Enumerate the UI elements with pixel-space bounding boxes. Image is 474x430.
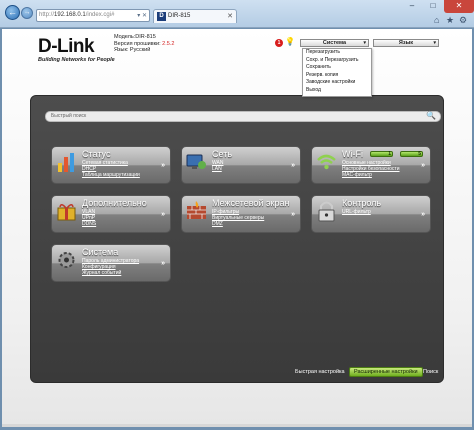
minimize-button[interactable]: – bbox=[402, 0, 422, 13]
back-button[interactable]: ← bbox=[5, 5, 20, 20]
favorites-star-icon[interactable]: ★ bbox=[446, 15, 454, 26]
system-select[interactable]: Система ▾ bbox=[300, 39, 369, 47]
search-placeholder: Быстрый поиск bbox=[51, 113, 87, 119]
tab-dir-815[interactable]: D DIR-815 ✕ bbox=[153, 9, 237, 23]
tile-network[interactable]: Сеть WAN LAN » bbox=[181, 146, 301, 184]
tile-title: Дополнительно bbox=[82, 198, 147, 208]
tile-additional[interactable]: Дополнительно VLAN UPnP DDNS » bbox=[51, 195, 171, 233]
dlink-favicon-icon: D bbox=[157, 12, 166, 21]
tile-system[interactable]: Система Пароль администратора Конфигурац… bbox=[51, 244, 171, 282]
menu-item-logout[interactable]: Выход bbox=[303, 87, 371, 95]
tile-arrow-icon[interactable]: » bbox=[291, 211, 295, 218]
tile-wifi[interactable]: Wi-Fi 1 5 Основные настройки Настройки б… bbox=[311, 146, 431, 184]
address-bar[interactable]: http://192.168.0.1/index.cgi# ▾ ✕ bbox=[36, 9, 150, 22]
menu-item-factory-reset[interactable]: Заводские настройки bbox=[303, 79, 371, 87]
quick-setup-link[interactable]: Быстрая настройка bbox=[295, 369, 345, 375]
forward-button[interactable]: → bbox=[21, 7, 33, 19]
link-dmz[interactable]: DMZ bbox=[212, 221, 264, 227]
tile-title: Контроль bbox=[342, 198, 382, 208]
forward-arrow-icon: → bbox=[23, 9, 31, 16]
notification-badge[interactable]: 1 bbox=[275, 39, 283, 47]
wifi-icon bbox=[317, 154, 336, 170]
settings-gear-icon[interactable]: ⚙ bbox=[459, 15, 467, 26]
address-host: 192.168.0.1 bbox=[54, 12, 86, 18]
tab-title: DIR-815 bbox=[168, 13, 191, 19]
tile-control[interactable]: Контроль URL-фильтр » bbox=[311, 195, 431, 233]
search-link[interactable]: Поиск bbox=[423, 369, 438, 375]
browser-chrome: ← → http://192.168.0.1/index.cgi# ▾ ✕ D … bbox=[0, 0, 474, 28]
search-icon[interactable]: 🔍 bbox=[426, 111, 436, 120]
tile-status[interactable]: Статус Сетевая статистика DHCP Таблица м… bbox=[51, 146, 171, 184]
wifi-toggle-2-4ghz[interactable]: 1 bbox=[370, 151, 393, 157]
link-mac-filter[interactable]: MAC-фильтр bbox=[342, 172, 400, 178]
tile-title: Wi-Fi bbox=[342, 149, 363, 159]
tile-arrow-icon[interactable]: » bbox=[161, 211, 165, 218]
system-dropdown-menu: Перезагрузить Сохр. и Перезагрузить Сохр… bbox=[302, 48, 372, 97]
menu-item-reboot[interactable]: Перезагрузить bbox=[303, 49, 371, 57]
advanced-settings-button[interactable]: Расширенные настройки bbox=[349, 367, 423, 377]
back-arrow-icon: ← bbox=[8, 7, 17, 17]
firmware-label: Версия прошивки: bbox=[114, 40, 161, 47]
address-scheme: http:// bbox=[39, 12, 55, 18]
language-line: Язык: Русский bbox=[114, 47, 151, 53]
dlink-logo: D-Link bbox=[38, 36, 95, 57]
tile-arrow-icon[interactable]: » bbox=[421, 211, 425, 218]
wifi-toggle-5ghz[interactable]: 5 bbox=[400, 151, 423, 157]
gift-box-icon bbox=[57, 204, 76, 221]
link-url-filter[interactable]: URL-фильтр bbox=[342, 209, 371, 215]
bar-chart-icon bbox=[58, 153, 74, 172]
address-controls-icon[interactable]: ▾ ✕ bbox=[137, 11, 147, 21]
menu-item-save[interactable]: Сохранить bbox=[303, 64, 371, 72]
link-ddns[interactable]: DDNS bbox=[82, 221, 96, 227]
maximize-button[interactable]: □ bbox=[422, 0, 444, 13]
firmware-version: 2.5.2 bbox=[162, 40, 175, 47]
link-lan[interactable]: LAN bbox=[212, 166, 223, 172]
link-event-log[interactable]: Журнал событий bbox=[82, 270, 139, 276]
toggle-label: 5 bbox=[418, 151, 421, 157]
firewall-icon bbox=[187, 201, 206, 219]
home-icon[interactable]: ⌂ bbox=[434, 15, 439, 25]
device-info: Модель:DIR-815 Версия прошивки: 2.5.2 Яз… bbox=[114, 34, 174, 54]
close-window-button[interactable]: ✕ bbox=[444, 0, 474, 13]
gear-icon bbox=[58, 252, 75, 268]
link-routing-table[interactable]: Таблица маршрутизации bbox=[82, 172, 140, 178]
tile-arrow-icon[interactable]: » bbox=[291, 162, 295, 169]
tile-title: Статус bbox=[82, 149, 111, 159]
tile-arrow-icon[interactable]: » bbox=[161, 162, 165, 169]
network-monitor-icon bbox=[186, 154, 206, 169]
tile-title: Система bbox=[82, 247, 119, 257]
tab-close-icon[interactable]: ✕ bbox=[227, 10, 233, 23]
language-select[interactable]: Язык ▾ bbox=[373, 39, 439, 47]
padlock-icon bbox=[318, 201, 335, 222]
toggle-label: 1 bbox=[388, 151, 391, 157]
address-path: /index.cgi# bbox=[85, 12, 115, 18]
tile-title: Сеть bbox=[212, 149, 233, 159]
quick-search-input[interactable]: Быстрый поиск 🔍 bbox=[45, 111, 441, 122]
chevron-down-icon: ▾ bbox=[363, 40, 366, 46]
chevron-down-icon: ▾ bbox=[433, 40, 436, 46]
dlink-tagline: Building Networks for People bbox=[38, 57, 115, 63]
tile-title: Межсетевой экран bbox=[212, 198, 290, 208]
router-page: D-Link Building Networks for People Моде… bbox=[2, 29, 472, 427]
tile-arrow-icon[interactable]: » bbox=[161, 260, 165, 267]
system-select-label: Система bbox=[322, 40, 347, 46]
menu-item-save-reboot[interactable]: Сохр. и Перезагрузить bbox=[303, 57, 371, 65]
main-panel: Быстрый поиск 🔍 Статус Сетевая статистик… bbox=[30, 95, 444, 383]
tile-arrow-icon[interactable]: » bbox=[421, 162, 425, 169]
tile-firewall[interactable]: Межсетевой экран IP-фильтры Виртуальные … bbox=[181, 195, 301, 233]
language-select-label: Язык bbox=[398, 40, 414, 46]
page-footer bbox=[2, 424, 472, 427]
lightbulb-icon[interactable]: 💡 bbox=[285, 37, 295, 46]
